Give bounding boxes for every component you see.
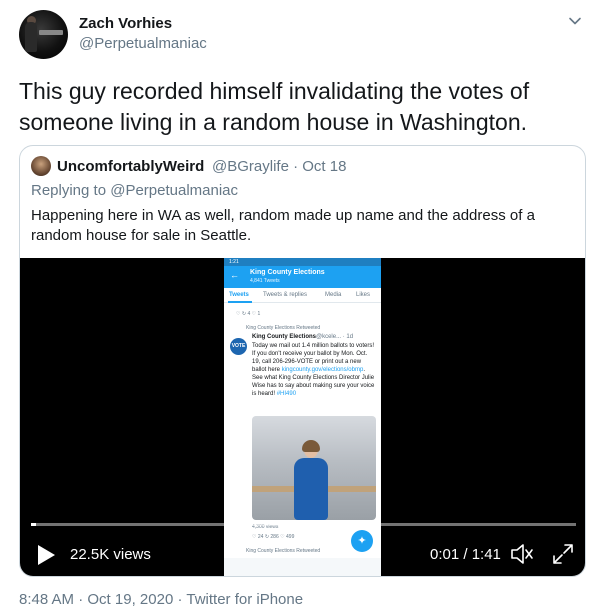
video-progress-fill xyxy=(31,523,36,526)
quoted-tweet[interactable]: UncomfortablyWeird @BGraylife · Oct 18 R… xyxy=(19,145,586,577)
phone-body-link: kingcounty.gov/elections/obmp xyxy=(281,367,364,373)
phone-tweet-name: King County Elections xyxy=(252,334,317,340)
person-body xyxy=(294,458,328,520)
phone-tweet-logo: VOTE xyxy=(230,338,247,355)
phone-tab-media: Media xyxy=(325,292,342,298)
meta-separator-1: · xyxy=(74,591,88,608)
video-frame-phone-screen: 1:21 ← King County Elections 4,841 Tweet… xyxy=(224,258,381,576)
chevron-down-icon[interactable] xyxy=(568,14,582,28)
phone-tab-likes: Likes xyxy=(356,292,371,298)
video-progress-bar[interactable] xyxy=(31,523,576,526)
phone-actions-top: ♡ ↻ 4 ♡ 1 xyxy=(236,311,261,317)
phone-retweeted-2: King County Elections Retweeted xyxy=(246,548,321,554)
tweet: Zach Vorhies @Perpetualmaniac This guy r… xyxy=(0,0,594,615)
replying-prefix: Replying to xyxy=(31,182,111,199)
back-arrow-icon: ← xyxy=(230,270,239,280)
person-hair xyxy=(302,440,320,452)
phone-compose-icon: ✦ xyxy=(351,530,373,552)
author-handle[interactable]: @Perpetualmaniac xyxy=(79,35,207,52)
quoted-tweet-text: Happening here in WA as well, random mad… xyxy=(31,207,535,244)
author-avatar[interactable] xyxy=(19,10,68,59)
avatar-sign xyxy=(39,30,63,35)
video-player[interactable]: 1:21 ← King County Elections 4,841 Tweet… xyxy=(20,258,585,576)
phone-status-bar: 1:21 xyxy=(224,258,381,266)
tweet-date[interactable]: Oct 19, 2020 xyxy=(87,591,173,608)
play-icon[interactable] xyxy=(36,544,56,566)
separator-dot: · xyxy=(288,158,303,175)
quoted-author-name[interactable]: UncomfortablyWeird xyxy=(57,158,204,175)
phone-body-tag: #HI490 xyxy=(276,391,297,397)
phone-tab-underline xyxy=(228,301,252,303)
meta-separator-2: · xyxy=(173,591,187,608)
replying-mention[interactable]: @Perpetualmaniac xyxy=(110,182,238,199)
phone-retweeted: King County Elections Retweeted xyxy=(246,325,321,331)
tweet-meta: 8:48 AM · Oct 19, 2020 · Twitter for iPh… xyxy=(19,591,303,608)
volume-icon[interactable] xyxy=(510,543,534,565)
quoted-date[interactable]: Oct 18 xyxy=(302,158,346,175)
phone-nav-bar xyxy=(224,558,381,576)
phone-tab-tweets: Tweets xyxy=(229,292,249,298)
tweet-source[interactable]: Twitter for iPhone xyxy=(186,591,303,608)
tweet-text: This guy recorded himself invalidating t… xyxy=(19,78,530,135)
author-name[interactable]: Zach Vorhies xyxy=(79,15,172,32)
phone-tab-replies: Tweets & replies xyxy=(263,292,308,298)
video-views: 22.5K views xyxy=(70,546,151,563)
phone-header-title: King County Elections xyxy=(250,269,325,276)
tweet-time[interactable]: 8:48 AM xyxy=(19,591,74,608)
fullscreen-icon[interactable] xyxy=(552,543,574,565)
phone-tweet-image xyxy=(252,416,376,520)
quoted-author-avatar[interactable] xyxy=(31,156,51,176)
phone-header-sub: 4,841 Tweets xyxy=(250,278,280,284)
replying-to: Replying to @Perpetualmaniac xyxy=(31,182,238,199)
quoted-author-handle-date: @BGraylife · Oct 18 xyxy=(212,158,346,175)
avatar-figure xyxy=(25,22,37,52)
video-time: 0:01 / 1:41 xyxy=(430,546,501,563)
phone-tabs: Tweets Tweets & replies Media Likes xyxy=(224,288,381,303)
quoted-author-handle[interactable]: @BGraylife xyxy=(212,158,289,175)
phone-tweet-body: Today we mail out 1.4 million ballots to… xyxy=(252,342,376,398)
phone-actions-bottom: ♡ 24 ↻ 286 ♡ 499 xyxy=(252,534,295,540)
image-person xyxy=(290,440,332,520)
phone-app-header: ← King County Elections 4,841 Tweets xyxy=(224,266,381,288)
phone-tweet-handle: @kcele... · 1d xyxy=(316,334,354,340)
